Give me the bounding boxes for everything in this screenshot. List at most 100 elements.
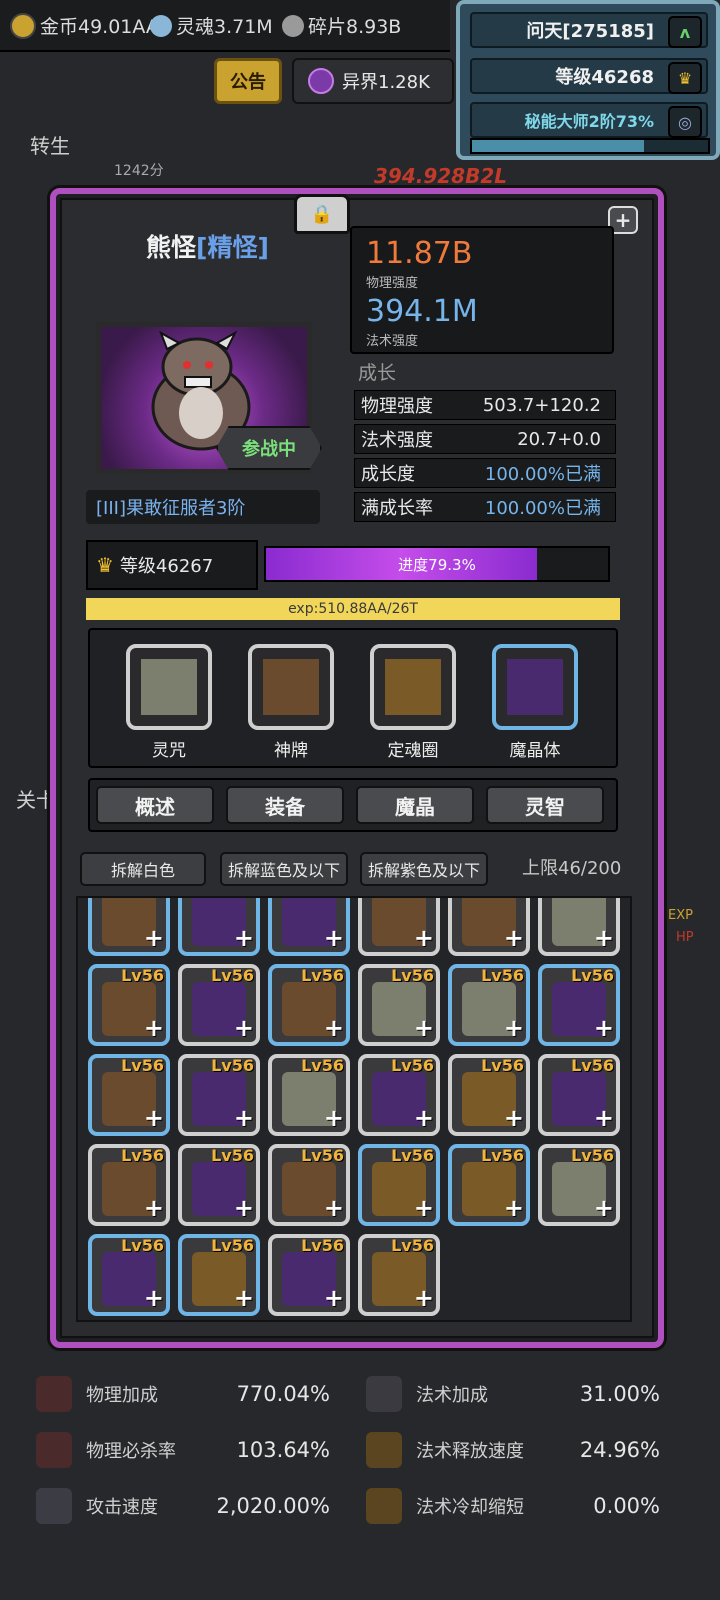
item-level: Lv56 <box>121 1236 164 1255</box>
equip-slot-label: 定魂圈 <box>387 741 439 761</box>
inventory-item[interactable]: Lv56 + <box>448 964 530 1046</box>
item-level: Lv56 <box>211 1146 254 1165</box>
inventory-item[interactable]: Lv56 + <box>268 1054 350 1136</box>
item-level: Lv56 <box>391 966 434 985</box>
inventory-item[interactable]: Lv56 + <box>448 1144 530 1226</box>
score-label: 1242分 <box>114 163 164 179</box>
item-level: Lv56 <box>571 966 614 985</box>
player-card[interactable]: 问天[275185] ᴧ 等级46268 ♛ 秘能大师2阶73% ◎ <box>456 0 720 160</box>
power-panel: 11.87B 物理强度 394.1M 法术强度 <box>350 226 614 354</box>
swirl-icon: ◎ <box>668 106 702 138</box>
item-level: Lv56 <box>301 1056 344 1075</box>
inventory-item[interactable]: + <box>358 898 440 956</box>
inventory-grid: + + + + + + Lv56 + Lv56 + Lv56 + Lv56 + Lv56 + Lv56 + Lv56… <box>76 896 632 1322</box>
item-level: Lv56 <box>571 1056 614 1075</box>
inventory-item[interactable]: Lv56 + <box>88 1144 170 1226</box>
tab-intelligence[interactable]: 灵智 <box>486 786 604 824</box>
phys-power-label: 物理强度 <box>366 276 419 291</box>
scroll-icon <box>126 644 212 730</box>
inventory-item[interactable]: Lv56 + <box>268 964 350 1046</box>
portal-icon <box>308 68 334 94</box>
item-level: Lv56 <box>391 1236 434 1255</box>
plus-icon: + <box>143 1014 164 1042</box>
item-level: Lv56 <box>481 1056 524 1075</box>
level-progress-bar: 进度79.3% <box>264 546 610 582</box>
inventory-item[interactable]: Lv56 + <box>358 1054 440 1136</box>
lock-button[interactable]: 🔒 <box>294 194 350 234</box>
inventory-item[interactable]: Lv56 + <box>88 1234 170 1316</box>
plus-icon: + <box>503 1194 524 1222</box>
tab-overview[interactable]: 概述 <box>96 786 214 824</box>
magic-power-value: 394.1M <box>366 294 478 329</box>
equip-slot[interactable]: 神牌 <box>244 644 338 768</box>
tab-equipment[interactable]: 装备 <box>226 786 344 824</box>
plus-icon: + <box>503 1104 524 1132</box>
equip-slot-label: 魔晶体 <box>509 741 561 761</box>
equip-slot-label: 神牌 <box>274 741 308 761</box>
item-level: Lv56 <box>211 1236 254 1255</box>
item-level: Lv56 <box>121 966 164 985</box>
cooldown-icon <box>366 1488 402 1524</box>
inventory-item[interactable]: Lv56 + <box>178 1234 260 1316</box>
inventory-item[interactable]: + <box>178 898 260 956</box>
inventory-item[interactable]: Lv56 + <box>178 1054 260 1136</box>
inventory-item[interactable]: Lv56 + <box>88 1054 170 1136</box>
otherworld-button[interactable]: 异界1.28K <box>292 58 454 104</box>
gold-coin-icon <box>10 12 36 39</box>
inventory-item[interactable]: + <box>448 898 530 956</box>
exp-label: EXP <box>668 908 693 923</box>
inventory-item[interactable]: Lv56 + <box>268 1144 350 1226</box>
exp-bar: exp:510.88AA/26T <box>86 598 620 620</box>
dismantle-purple-button[interactable]: 拆解紫色及以下 <box>360 852 488 886</box>
inventory-item[interactable]: Lv56 + <box>178 964 260 1046</box>
inventory-item[interactable]: Lv56 + <box>88 964 170 1046</box>
rebirth-label[interactable]: 转生 <box>30 130 70 159</box>
inventory-item[interactable]: + <box>538 898 620 956</box>
dismantle-white-button[interactable]: 拆解白色 <box>80 852 206 886</box>
magic-power-label: 法术强度 <box>366 334 419 349</box>
chain-ring-art <box>385 659 441 715</box>
monster-level-box: ♛ 等级46267 <box>86 540 258 590</box>
scroll-art <box>141 659 197 715</box>
item-level: Lv56 <box>481 1146 524 1165</box>
equip-slot[interactable]: 灵咒 <box>122 644 216 768</box>
chain-ring-icon <box>370 644 456 730</box>
inventory-item[interactable]: Lv56 + <box>358 964 440 1046</box>
plus-icon: + <box>233 1194 254 1222</box>
inventory-item[interactable]: Lv56 + <box>538 1054 620 1136</box>
inventory-item[interactable]: + <box>268 898 350 956</box>
stat-row: 法术释放速度 24.96% <box>366 1428 660 1472</box>
inventory-item[interactable]: Lv56 + <box>268 1234 350 1316</box>
stat-row: 法术加成 31.00% <box>366 1372 660 1416</box>
item-level: Lv56 <box>391 1146 434 1165</box>
inventory-item[interactable]: + <box>88 898 170 956</box>
crystal-art <box>507 659 563 715</box>
item-level: Lv56 <box>481 966 524 985</box>
inventory-item[interactable]: Lv56 + <box>178 1144 260 1226</box>
plus-icon: + <box>593 1104 614 1132</box>
dismantle-blue-button[interactable]: 拆解蓝色及以下 <box>220 852 348 886</box>
phys-power-value: 11.87B <box>366 236 473 271</box>
magic-bonus-icon <box>366 1376 402 1412</box>
damage-number: 394.928B2L <box>374 164 507 188</box>
plus-icon: + <box>503 1014 524 1042</box>
notice-button[interactable]: 公告 <box>214 58 282 104</box>
inventory-item[interactable]: Lv56 + <box>538 1144 620 1226</box>
tab-magic-crystal[interactable]: 魔晶 <box>356 786 474 824</box>
inventory-item[interactable]: Lv56 + <box>358 1234 440 1316</box>
plus-icon: + <box>143 1194 164 1222</box>
plus-icon: + <box>233 924 254 952</box>
inventory-item[interactable]: Lv56 + <box>358 1144 440 1226</box>
plus-icon: + <box>503 924 524 952</box>
inventory-item[interactable]: Lv56 + <box>538 964 620 1046</box>
item-level: Lv56 <box>391 1056 434 1075</box>
equip-slot[interactable]: 魔晶体 <box>488 644 582 768</box>
growth-row: 满成长率 100.00%已满 <box>354 492 616 522</box>
inventory-item[interactable]: Lv56 + <box>448 1054 530 1136</box>
plus-icon: + <box>593 924 614 952</box>
equip-slot[interactable]: 定魂圈 <box>366 644 460 768</box>
shard-display: 碎片8.93B <box>282 12 401 39</box>
monster-name: 熊怪[精怪] <box>146 233 269 262</box>
in-battle-badge[interactable]: 参战中 <box>216 426 322 470</box>
attack-speed-icon <box>36 1488 72 1524</box>
